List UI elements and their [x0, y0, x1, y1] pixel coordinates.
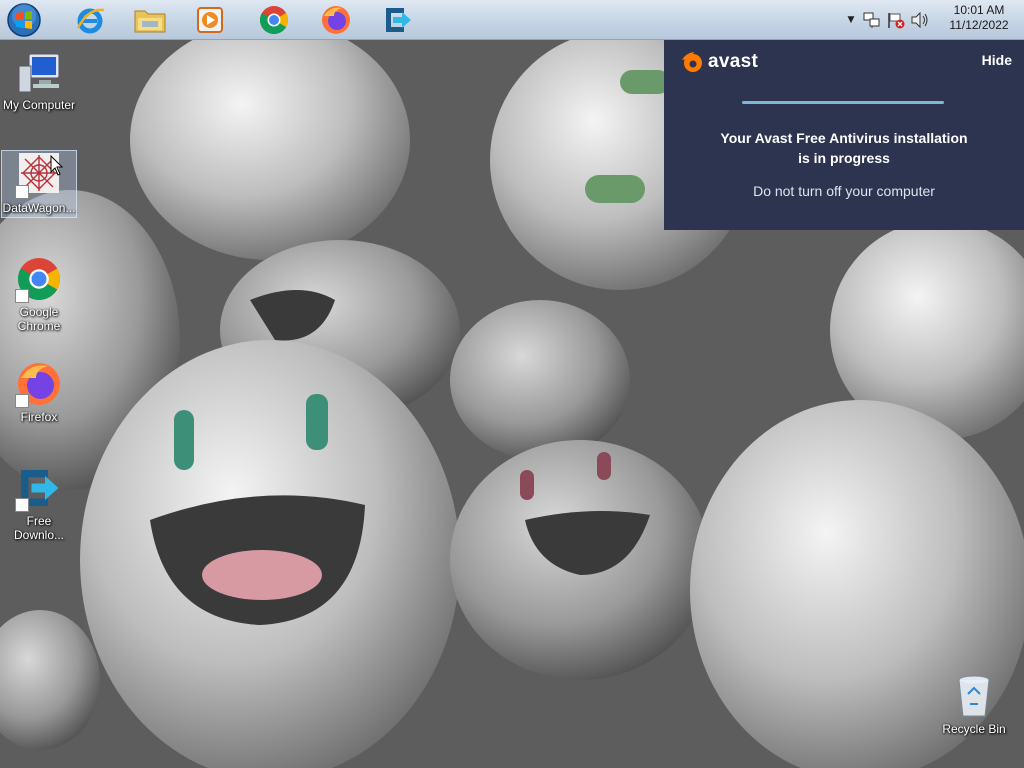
desktop-icon-firefox[interactable]: Firefox [1, 360, 77, 424]
install-heading: Your Avast Free Antivirus installation i… [664, 128, 1024, 168]
taskbar-media-player[interactable] [184, 2, 236, 38]
taskbar-free-download-manager[interactable] [372, 2, 424, 38]
desktop-icon-label: DataWagon... [2, 201, 76, 215]
avast-logo-text: avast [708, 51, 759, 72]
shortcut-arrow-icon [15, 289, 29, 303]
desktop-icon-recycle-bin[interactable]: Recycle Bin [936, 672, 1012, 736]
desktop-icon-label: Firefox [20, 410, 58, 424]
shortcut-arrow-icon [15, 394, 29, 408]
desktop-icon-google-chrome[interactable]: Google Chrome [1, 255, 77, 333]
windows-start-orb-icon [7, 3, 41, 37]
folder-icon [134, 10, 166, 33]
taskbar-firefox[interactable] [310, 2, 362, 38]
start-button[interactable] [4, 1, 44, 39]
avast-logo: avast [680, 50, 758, 74]
hide-button[interactable]: Hide [982, 52, 1012, 68]
desktop-icon-label: Free Downlo... [13, 514, 65, 542]
taskbar-clock[interactable]: 10:01 AM 11/12/2022 [944, 3, 1014, 33]
firefox-icon [322, 6, 350, 34]
install-heading-line1: Your Avast Free Antivirus installation [720, 130, 968, 146]
desktop-icon-label: Google Chrome [17, 305, 61, 333]
shortcut-arrow-icon [15, 498, 29, 512]
desktop-icon-label: My Computer [2, 98, 76, 112]
network-icon[interactable] [862, 11, 882, 29]
clock-date: 11/12/2022 [949, 18, 1009, 32]
taskbar-internet-explorer[interactable] [64, 2, 116, 38]
recycle-bin-icon [958, 675, 990, 717]
install-heading-line2: is in progress [798, 150, 890, 166]
taskbar: ▼ 10:01 AM 11/12/2022 [0, 0, 1024, 40]
mouse-cursor-icon [50, 155, 64, 176]
desktop-icon-datawagon[interactable]: DataWagon... [1, 150, 77, 218]
show-hidden-icons-arrow-icon[interactable]: ▼ [844, 15, 858, 25]
clock-time: 10:01 AM [953, 3, 1005, 17]
chrome-icon [260, 6, 288, 34]
computer-icon [18, 53, 60, 93]
taskbar-google-chrome[interactable] [248, 2, 300, 38]
internet-explorer-icon [76, 8, 105, 34]
desktop-icon-free-download-manager[interactable]: Free Downlo... [1, 464, 77, 542]
install-progress-bar [742, 101, 944, 104]
install-subtext: Do not turn off your computer [753, 183, 935, 199]
desktop-icon-my-computer[interactable]: My Computer [1, 48, 77, 112]
desktop-icon-label: Recycle Bin [942, 722, 1006, 736]
action-center-flag-icon[interactable] [886, 11, 906, 29]
download-arrow-icon [386, 8, 411, 32]
taskbar-file-explorer[interactable] [124, 2, 176, 38]
avast-logo-icon [682, 52, 702, 72]
tray-icons: ▼ [844, 0, 930, 40]
media-player-icon [197, 7, 223, 33]
volume-icon[interactable] [910, 11, 930, 29]
avast-install-notification: avast Hide Your Avast Free Antivirus ins… [664, 40, 1024, 230]
shortcut-arrow-icon [15, 185, 29, 199]
